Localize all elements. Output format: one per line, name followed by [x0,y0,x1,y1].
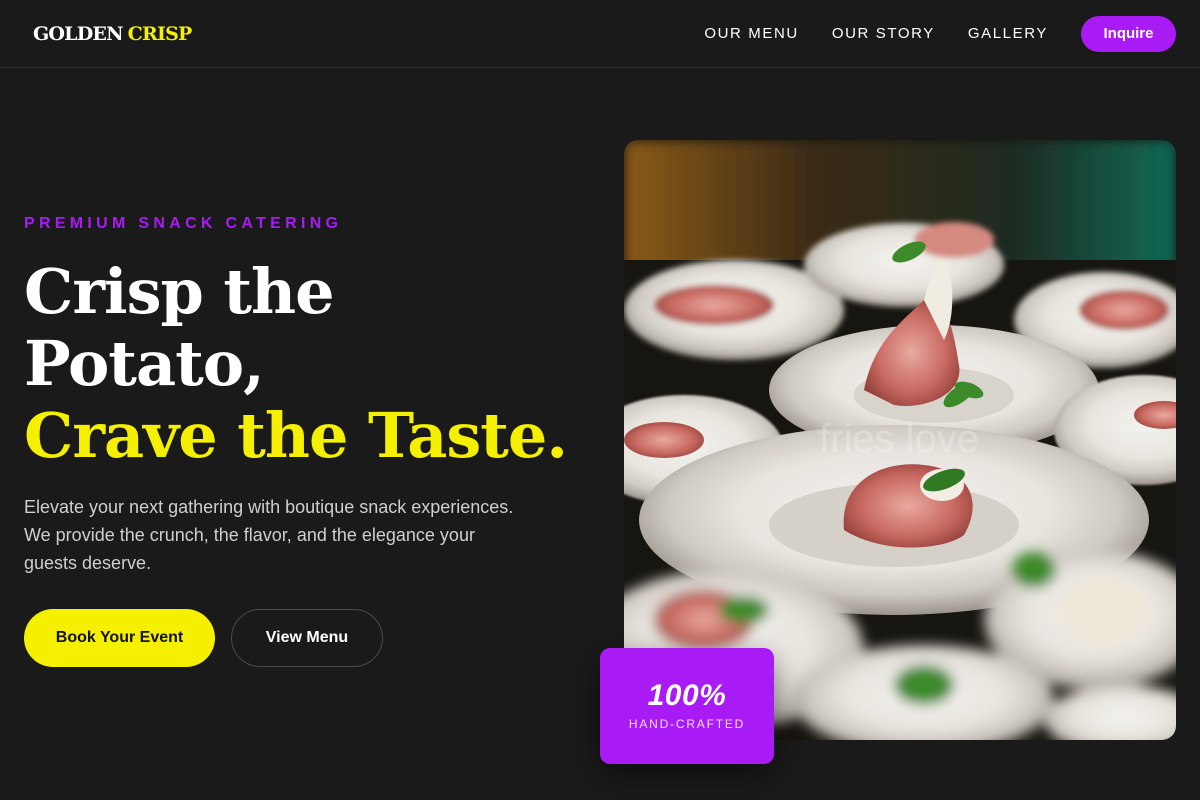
headline-line-3: Crave the Taste. [24,399,568,472]
image-watermark: fries love [819,417,979,461]
book-event-button[interactable]: Book Your Event [24,609,215,667]
nav-link-gallery[interactable]: GALLERY [968,25,1048,42]
brand-word-crisp: CRISP [127,22,193,45]
hero-eyebrow: PREMIUM SNACK CATERING [24,215,343,232]
nav-link-our-menu[interactable]: OUR MENU [704,25,798,42]
badge-label: HAND-CRAFTED [628,717,746,731]
site-header: GOLDEN CRISP OUR MENU OUR STORY GALLERY … [0,0,1200,68]
main-nav: OUR MENU OUR STORY GALLERY Inquire [704,15,1176,52]
view-menu-button[interactable]: View Menu [231,609,383,667]
hero-description: Elevate your next gathering with boutiqu… [24,497,514,573]
headline-line-1: Crisp the [24,255,335,328]
brand-word-golden: GOLDEN [33,22,123,45]
inquire-button[interactable]: Inquire [1081,15,1176,52]
nav-link-our-story[interactable]: OUR STORY [832,25,935,42]
handcrafted-badge: 100% HAND-CRAFTED [600,648,774,764]
badge-value: 100% [647,679,727,712]
brand-logo[interactable]: GOLDEN CRISP [33,22,193,45]
hero-headline: Crisp the Potato, Crave the Taste. [24,255,568,472]
headline-line-2: Potato, [24,327,265,400]
